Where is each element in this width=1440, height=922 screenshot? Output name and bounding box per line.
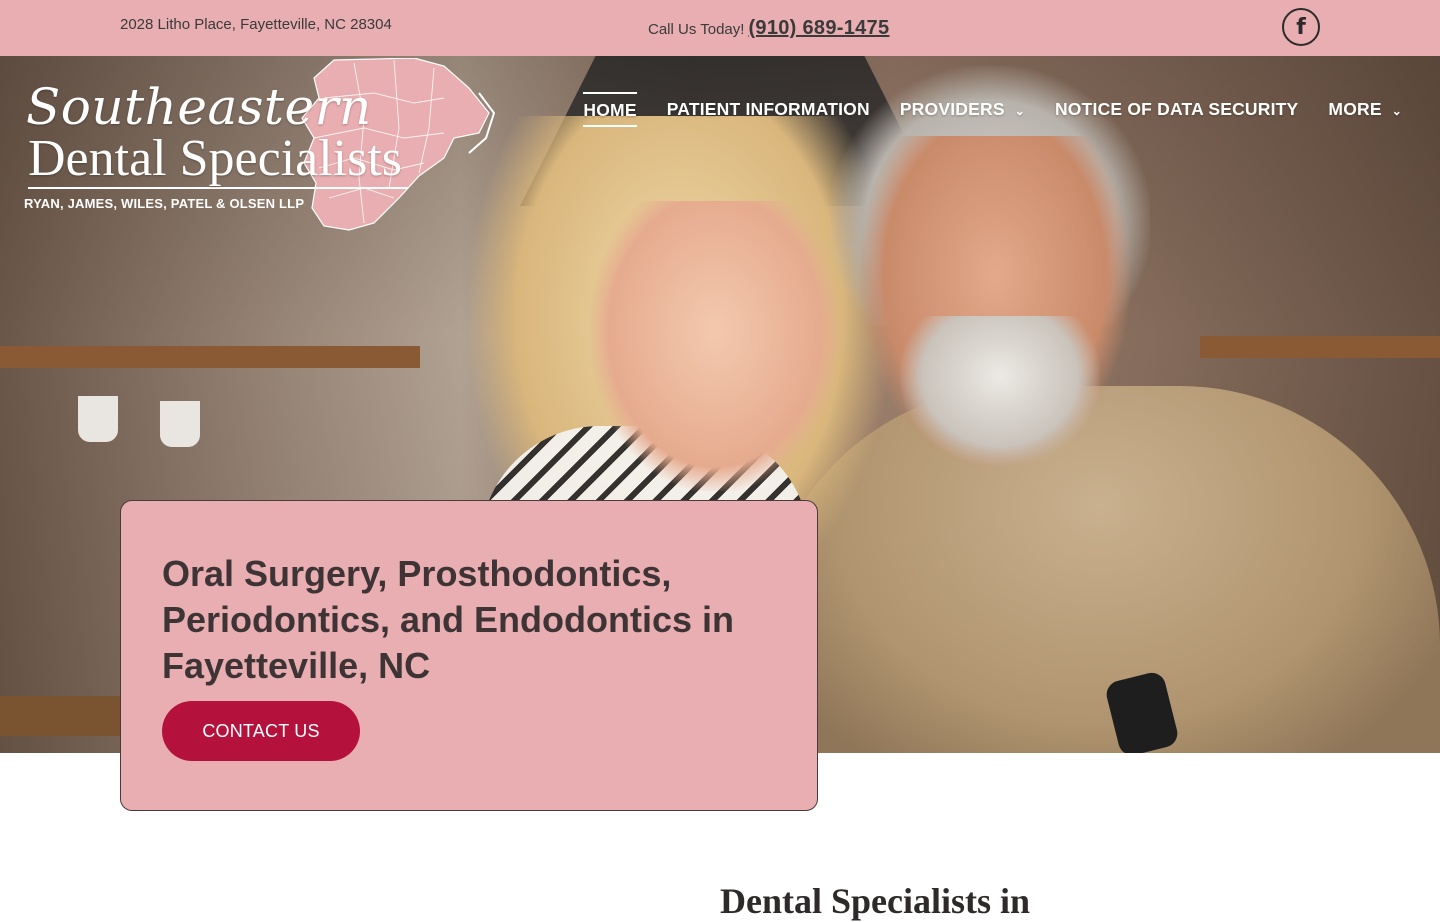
- site-logo[interactable]: Southeastern Dental Specialists RYAN, JA…: [24, 56, 496, 236]
- facebook-icon[interactable]: f: [1282, 8, 1320, 46]
- phone-link[interactable]: (910) 689-1475: [748, 17, 889, 40]
- chevron-down-icon: ⌄: [1014, 103, 1025, 118]
- nav-home[interactable]: HOME: [583, 92, 637, 127]
- man-beard: [900, 316, 1100, 466]
- chevron-down-icon: ⌄: [1391, 103, 1402, 118]
- contact-us-button[interactable]: CONTACT US: [162, 701, 360, 761]
- hero-heading: Oral Surgery, Prosthodontics, Periodonti…: [162, 553, 735, 686]
- call-us-label: Call Us Today!: [648, 21, 745, 38]
- shelf: [1200, 336, 1440, 358]
- logo-line-1: Southeastern: [26, 78, 372, 136]
- nav-providers-label: PROVIDERS: [899, 99, 1005, 119]
- nav-patient-information[interactable]: PATIENT INFORMATION: [667, 95, 870, 124]
- office-address: 2028 Litho Place, Fayetteville, NC 28304: [120, 16, 392, 33]
- top-utility-bar: 2028 Litho Place, Fayetteville, NC 28304…: [0, 0, 1440, 56]
- mug: [160, 401, 200, 447]
- logo-partners: RYAN, JAMES, WILES, PATEL & OLSEN LLP: [24, 196, 305, 211]
- nav-patient-information-label: PATIENT INFORMATION: [666, 99, 870, 119]
- woman-face: [590, 201, 840, 491]
- nav-more-label: MORE: [1328, 99, 1382, 119]
- section-heading: Dental Specialists in: [720, 881, 1031, 921]
- nav-home-label: HOME: [583, 100, 637, 120]
- nav-notice-of-data-security[interactable]: NOTICE OF DATA SECURITY: [1055, 95, 1298, 124]
- shelf: [0, 346, 420, 368]
- logo-line-2: Dental Specialists: [28, 131, 409, 189]
- main-nav: HOME PATIENT INFORMATION PROVIDERS ⌄ NOT…: [583, 92, 1402, 127]
- mug: [78, 396, 118, 442]
- hero-card: Oral Surgery, Prosthodontics, Periodonti…: [120, 500, 818, 811]
- call-us: Call Us Today! (910) 689-1475: [648, 17, 889, 40]
- nav-providers[interactable]: PROVIDERS ⌄: [900, 95, 1025, 124]
- nav-notice-label: NOTICE OF DATA SECURITY: [1054, 99, 1299, 119]
- nav-more[interactable]: MORE ⌄: [1328, 95, 1402, 124]
